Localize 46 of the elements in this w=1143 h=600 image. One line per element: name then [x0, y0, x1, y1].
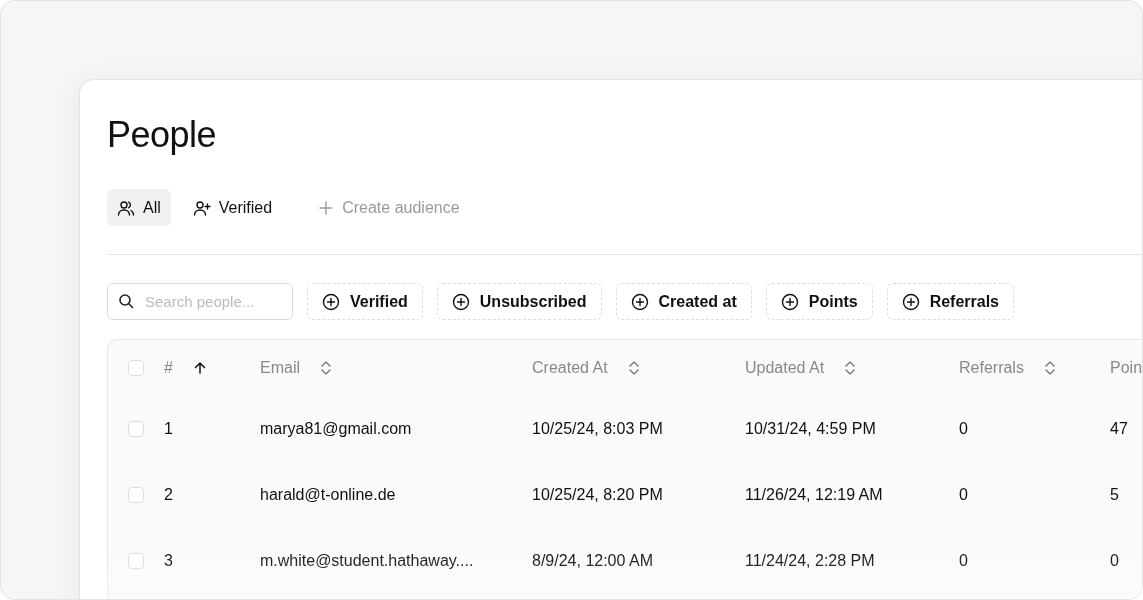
sort-icon[interactable] [320, 360, 332, 376]
filter-button[interactable]: Unsubscribed [436, 283, 602, 320]
table-cell: 0 [959, 552, 968, 569]
column-header[interactable]: Created At [532, 359, 608, 377]
row-checkbox[interactable] [128, 487, 144, 503]
table-cell: 10/25/24, 8:20 PM [532, 486, 663, 503]
search-field[interactable]: Search people... [107, 283, 293, 320]
page-title: People [107, 113, 218, 157]
user-plus-icon [192, 198, 211, 217]
table-cell: 10/31/24, 4:59 PM [745, 420, 876, 437]
tab[interactable]: All [107, 189, 171, 226]
arrow-up-icon[interactable] [192, 361, 207, 375]
table-cell: 10/25/24, 8:03 PM [532, 420, 663, 437]
filter-button[interactable]: Points [765, 283, 873, 320]
plus-circle-icon [322, 292, 340, 311]
tab[interactable]: Verified [182, 189, 283, 226]
sort-icon[interactable] [627, 360, 640, 376]
table-cell: 11/24/24, 2:28 PM [745, 552, 875, 569]
plus-circle-icon [780, 292, 799, 311]
table-cell: 5 [1110, 486, 1119, 503]
table-cell: harald@t-online.de [260, 486, 396, 503]
sort-icon[interactable] [1043, 360, 1056, 376]
filter-button[interactable]: Created at [615, 283, 752, 320]
table-cell: marya81@gmail.com [260, 420, 412, 437]
sort-icon[interactable] [844, 360, 857, 376]
table-cell: 11/26/24, 12:19 AM [745, 486, 883, 503]
filter-button[interactable]: Verified [307, 283, 423, 320]
table-cell: 0 [1110, 552, 1119, 569]
row-checkbox[interactable] [128, 553, 144, 569]
table-cell: 0 [959, 420, 968, 437]
table-cell: 0 [959, 486, 968, 503]
filter-button[interactable]: Referrals [886, 283, 1014, 320]
table-cell: 3 [164, 552, 173, 569]
table-cell: 8/9/24, 12:00 AM [532, 552, 653, 569]
plus-circle-icon [630, 292, 649, 311]
plus-icon [318, 199, 335, 216]
plus-circle-icon [901, 292, 920, 311]
search-icon [118, 293, 134, 309]
table-cell: 47 [1110, 420, 1128, 437]
plus-circle-icon [451, 292, 470, 311]
table-cell: 2 [164, 486, 173, 503]
row-checkbox[interactable] [128, 421, 144, 437]
table-cell: m.white@student.hathaway.... [260, 552, 474, 569]
table-cell: 1 [164, 420, 173, 437]
select-all-checkbox[interactable] [128, 360, 144, 376]
users-icon [117, 198, 135, 217]
